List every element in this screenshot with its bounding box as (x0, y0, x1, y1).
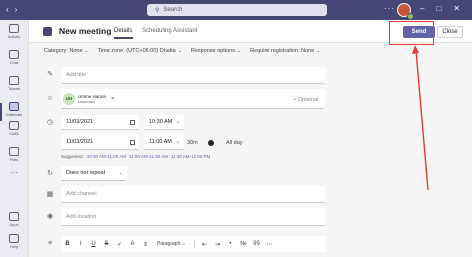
rail-item-calls[interactable]: Calls (0, 121, 28, 136)
search-icon: ⚲ (155, 7, 160, 14)
chevron-down-icon: ⌄ (181, 241, 186, 247)
decrease-indent-icon[interactable]: ⇤ (198, 241, 211, 248)
font-color-icon[interactable]: A (126, 241, 139, 247)
maximize-icon[interactable]: □ (436, 4, 441, 13)
registration-dropdown[interactable]: Require registration: None ⌄ (250, 48, 320, 54)
tab-details[interactable]: Details (114, 28, 132, 34)
chevron-down-icon: ⌄ (316, 48, 321, 54)
rail-item-calendar[interactable]: Calendar (0, 102, 28, 117)
end-date-field[interactable]: 11/03/2021 (61, 135, 139, 150)
clock-icon: ◷ (46, 119, 54, 126)
close-window-icon[interactable]: ✕ (453, 4, 460, 13)
repeat-dropdown[interactable]: Does not repeat ⌄ (61, 166, 127, 181)
minimize-icon[interactable]: – (420, 4, 424, 13)
file-icon (9, 147, 19, 156)
more-options-icon[interactable]: ··· (384, 4, 395, 13)
rail-item-chat[interactable]: Chat (0, 50, 28, 65)
teams-icon (9, 76, 19, 85)
calendar-icon (130, 119, 135, 125)
close-button[interactable]: Close (437, 26, 463, 38)
calendar-icon (9, 102, 19, 111)
timezone-dropdown[interactable]: Time zone: (UTC+06:00) Dhaka ⌄ (98, 48, 182, 54)
calendar-icon (43, 27, 52, 36)
add-people-icon: ☺ (46, 95, 54, 102)
rail-item-help[interactable]: Help (0, 234, 28, 249)
bell-icon (9, 24, 19, 33)
meeting-options-row: Category: None ⌄ Time zone: (UTC+06:00) D… (44, 48, 320, 54)
italic-button[interactable]: I (74, 241, 87, 247)
font-size-icon[interactable]: ⇕ (139, 241, 152, 248)
chevron-down-icon: ⌄ (236, 48, 242, 54)
chevron-down-icon: ⌄ (175, 139, 180, 145)
more-options-icon[interactable]: ⋯ (263, 241, 276, 248)
help-icon (9, 234, 19, 243)
title-field[interactable]: Add title (61, 67, 325, 84)
highlight-icon[interactable]: ✓ (113, 241, 126, 248)
rail-item-activity[interactable]: Activity (0, 24, 28, 39)
attendee-chip[interactable]: UH Umme Hanna Unknown ✕ (63, 91, 115, 106)
increase-indent-icon[interactable]: ⇥ (211, 241, 224, 248)
duration-label: 30m (187, 140, 198, 146)
paragraph-dropdown[interactable]: Paragraph ⌄ (152, 241, 191, 247)
strikethrough-button[interactable]: S (100, 241, 113, 247)
page-title: New meeting (59, 26, 112, 36)
end-time-dropdown[interactable]: 11:00 AM ⌄ (144, 135, 184, 150)
response-options-dropdown[interactable]: Response options ⌄ (191, 48, 241, 54)
optional-attendees-link[interactable]: + Optional (293, 97, 318, 103)
bulleted-list-icon[interactable]: • (224, 241, 237, 247)
location-icon: ◉ (46, 213, 54, 220)
rail-active-indicator (0, 103, 2, 121)
text-lines-icon: ≡ (47, 240, 53, 247)
nav-arrows: ‹ › (6, 5, 17, 14)
category-dropdown[interactable]: Category: None ⌄ (44, 48, 89, 54)
rail-item-files[interactable]: Files (0, 147, 28, 162)
all-day-label: All day (226, 140, 243, 146)
all-day-toggle[interactable] (208, 140, 214, 146)
search-placeholder: Search (163, 7, 183, 13)
pencil-icon: ✎ (47, 71, 53, 78)
app-rail: Activity Chat Teams Calendar Calls Files… (0, 20, 29, 257)
title-bar: ‹ › ⚲ Search ··· – □ ✕ (0, 0, 472, 20)
window-controls: – □ ✕ (420, 4, 460, 13)
formatting-toolbar: B I U S ✓ A ⇕ Paragraph ⌄ ⇤ ⇥ • № 99 ⋯ (61, 236, 325, 252)
quote-button[interactable]: 99 (250, 241, 263, 247)
presence-status-icon (407, 13, 414, 20)
chevron-down-icon: ⌄ (118, 170, 123, 176)
apps-icon (9, 212, 19, 221)
active-tab-indicator (114, 37, 133, 39)
tab-scheduling-assistant[interactable]: Scheduling Assistant (142, 28, 197, 34)
phone-icon (9, 121, 19, 130)
bold-button[interactable]: B (61, 241, 74, 247)
repeat-icon: ↻ (47, 170, 53, 177)
search-input[interactable]: ⚲ Search (147, 4, 327, 16)
chevron-down-icon: ⌄ (177, 48, 182, 54)
avatar: UH (63, 92, 75, 105)
back-arrow-icon[interactable]: ‹ (6, 5, 9, 14)
meeting-header: New meeting Details Scheduling Assistant… (29, 20, 472, 43)
chevron-down-icon: ⌄ (84, 48, 89, 54)
remove-attendee-icon[interactable]: ✕ (111, 96, 115, 102)
suggested-slot[interactable]: 11:00 AM-11:30 AM (129, 154, 168, 159)
start-time-dropdown[interactable]: 10:30 AM ⌄ (144, 115, 184, 130)
rail-more-icon[interactable]: ··· (0, 168, 28, 177)
channel-icon: ▦ (46, 191, 54, 198)
calendar-icon (130, 139, 135, 145)
rail-item-apps[interactable]: Apps (0, 212, 28, 227)
rail-item-teams[interactable]: Teams (0, 76, 28, 91)
send-button[interactable]: Send (403, 26, 435, 38)
numbered-list-icon[interactable]: № (237, 241, 250, 247)
toolbar-divider (193, 240, 195, 248)
attendee-name: Umme Hanna (78, 93, 106, 99)
channel-field[interactable]: Add channel (61, 186, 325, 203)
attendee-status: Unknown (78, 98, 95, 104)
underline-button[interactable]: U (87, 241, 100, 247)
suggested-slot[interactable]: 10:30 AM-11:00 AM (87, 154, 126, 159)
chevron-down-icon: ⌄ (175, 119, 180, 125)
chat-icon (9, 50, 19, 59)
suggested-times: Suggested: 10:30 AM-11:00 AM 11:00 AM-11… (61, 154, 211, 159)
suggested-slot[interactable]: 11:30 AM-12:00 PM (171, 154, 210, 159)
location-field[interactable]: Add location (61, 208, 325, 226)
start-date-field[interactable]: 11/03/2021 (61, 115, 139, 130)
forward-arrow-icon[interactable]: › (15, 5, 18, 14)
